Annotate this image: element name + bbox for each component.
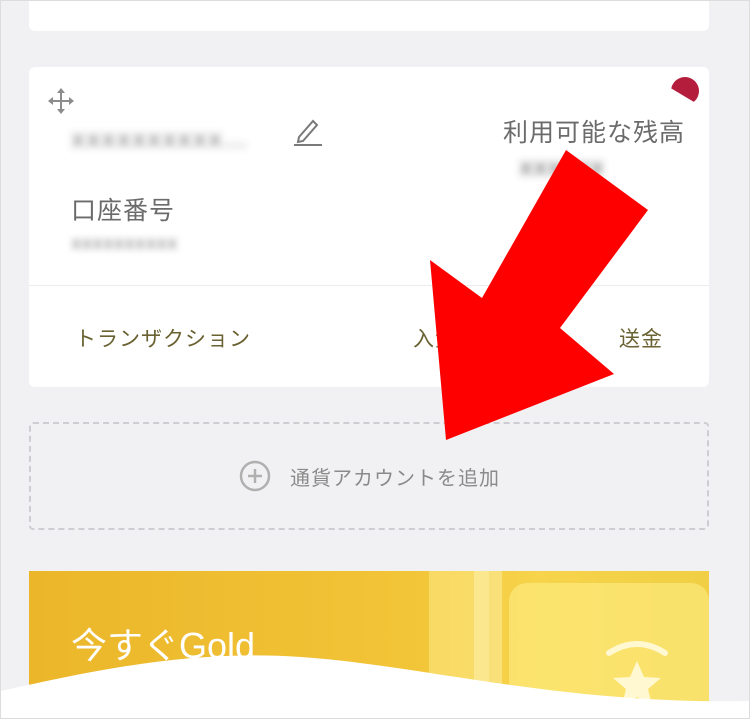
star-icon: [606, 641, 668, 706]
deposit-button[interactable]: 入金: [413, 323, 447, 353]
screenshot-frame: xxxxxxxxxx… 利用可能な残高 xxxxxx 口座番号 xxxxxxxx…: [0, 0, 750, 719]
banner-title: 今すぐGold: [71, 625, 256, 666]
banner-highlight-2: [474, 571, 502, 718]
available-balance-value: xxxxxx: [519, 153, 605, 181]
card-divider: [29, 285, 709, 286]
account-name: xxxxxxxxxx…: [71, 125, 249, 153]
available-balance-label: 利用可能な残高: [502, 118, 685, 147]
add-currency-account-button[interactable]: 通貨アカウントを追加: [29, 422, 709, 530]
transactions-button[interactable]: トランザクション: [75, 323, 251, 353]
add-currency-account-label: 通貨アカウントを追加: [290, 465, 500, 490]
gold-upgrade-banner[interactable]: 今すぐGold アッ: [29, 571, 709, 719]
add-circle-icon: [239, 460, 271, 492]
account-number-value: xxxxxxxxxx: [71, 233, 178, 254]
move-handle-icon[interactable]: [47, 87, 75, 115]
account-flag-badge: [671, 77, 699, 105]
send-button[interactable]: 送金: [619, 323, 663, 353]
edit-pencil-icon[interactable]: [291, 113, 325, 147]
banner-subtitle: アッ: [359, 680, 432, 719]
currency-account-card: xxxxxxxxxx… 利用可能な残高 xxxxxx 口座番号 xxxxxxxx…: [29, 67, 709, 387]
account-number-label: 口座番号: [71, 196, 176, 225]
previous-card: [29, 1, 709, 31]
